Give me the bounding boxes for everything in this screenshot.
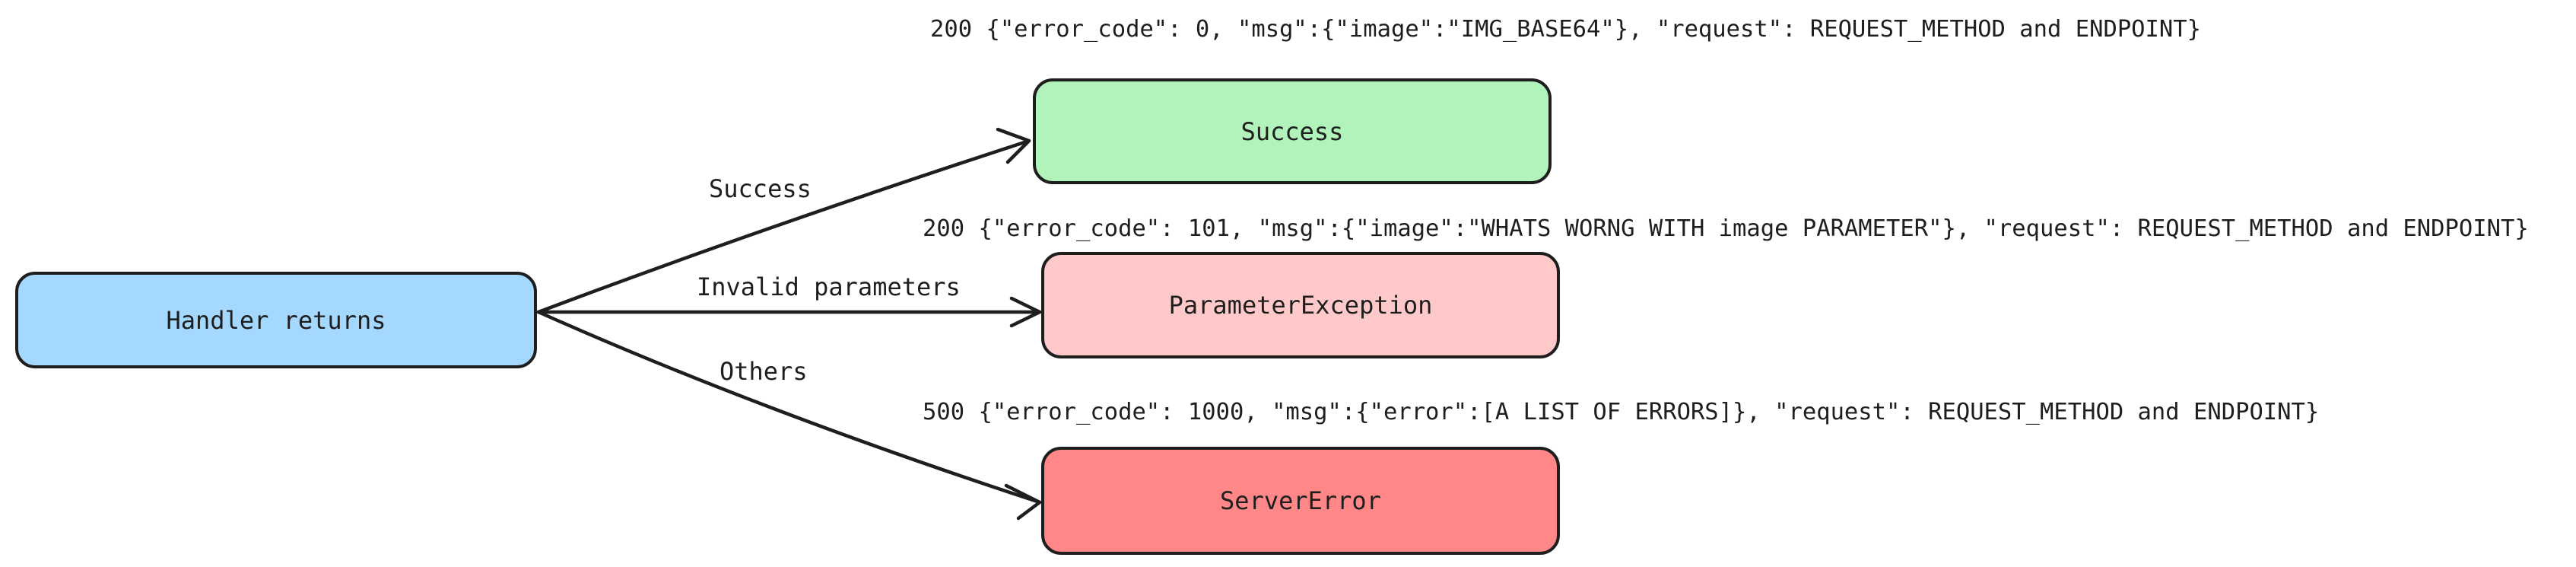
response-server-error: 500 {"error_code": 1000, "msg":{"error":… — [923, 399, 2320, 425]
parameter-exception-label: ParameterException — [1168, 291, 1433, 320]
flow-diagram: Handler returns Success ParameterExcepti… — [0, 0, 2576, 567]
handler-label: Handler returns — [166, 305, 386, 335]
edge-label-others: Others — [719, 357, 808, 386]
edge-label-invalid: Invalid parameters — [697, 272, 961, 301]
success-node: Success — [1033, 78, 1552, 184]
handler-node: Handler returns — [15, 272, 537, 368]
success-label: Success — [1240, 116, 1344, 146]
response-parameter-exception: 200 {"error_code": 101, "msg":{"image":"… — [923, 215, 2529, 242]
parameter-exception-node: ParameterException — [1041, 252, 1560, 358]
response-success: 200 {"error_code": 0, "msg":{"image":"IM… — [930, 16, 2201, 43]
server-error-label: ServerError — [1220, 486, 1381, 515]
server-error-node: ServerError — [1041, 447, 1560, 555]
edge-label-success: Success — [709, 174, 812, 203]
